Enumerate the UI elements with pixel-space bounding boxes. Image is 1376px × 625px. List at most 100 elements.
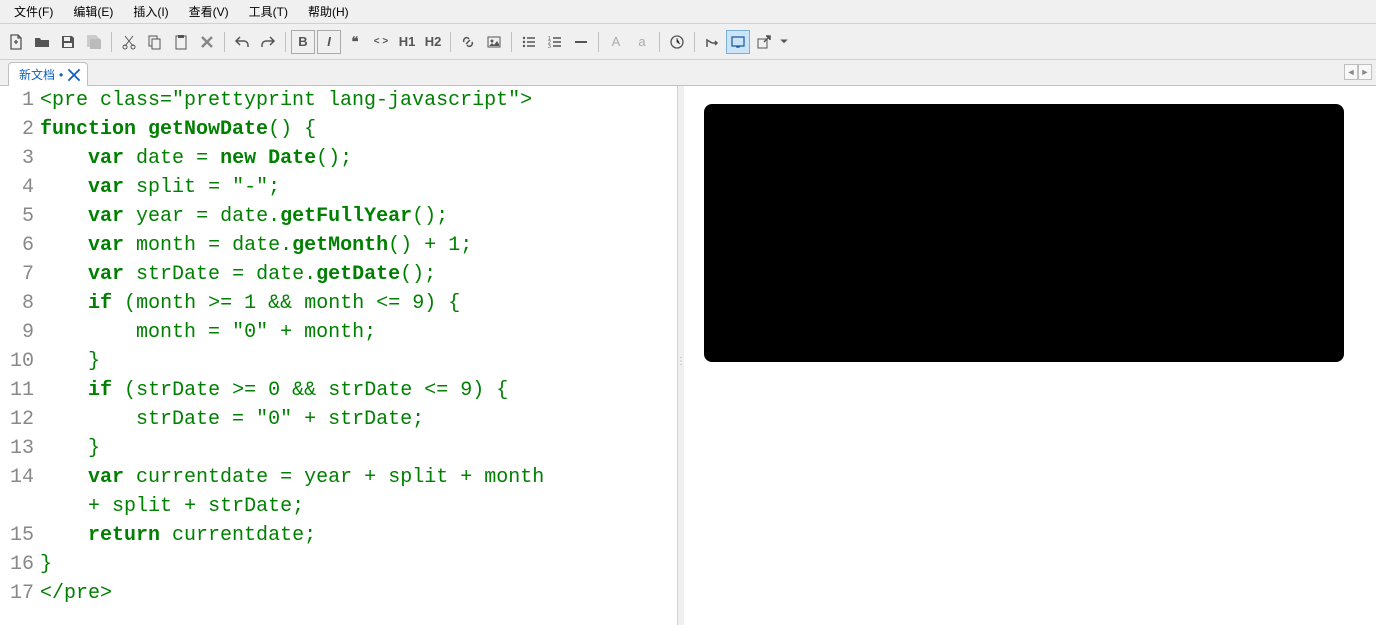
menu-edit[interactable]: 编辑(E) xyxy=(63,1,123,22)
line-number: 17 xyxy=(0,579,38,608)
line-content[interactable]: <pre class="prettyprint lang-javascript"… xyxy=(38,86,677,115)
save-icon[interactable] xyxy=(56,30,80,54)
code-line[interactable]: 13 } xyxy=(0,434,677,463)
tab-next-icon[interactable]: ► xyxy=(1358,64,1372,80)
h1-button[interactable]: H1 xyxy=(395,30,419,54)
separator xyxy=(511,32,512,52)
code-line[interactable]: 16} xyxy=(0,550,677,579)
link-icon[interactable] xyxy=(456,30,480,54)
main-area: 1<pre class="prettyprint lang-javascript… xyxy=(0,86,1376,625)
copy-icon[interactable] xyxy=(143,30,167,54)
line-content[interactable]: </pre> xyxy=(38,579,677,608)
menu-file[interactable]: 文件(F) xyxy=(4,1,63,22)
hr-icon[interactable] xyxy=(569,30,593,54)
code-line[interactable]: 15 return currentdate; xyxy=(0,521,677,550)
splitter-handle[interactable] xyxy=(678,86,684,625)
unordered-list-icon[interactable] xyxy=(517,30,541,54)
line-number: 16 xyxy=(0,550,38,579)
tab-bar: 新文档• ◄ ► xyxy=(0,60,1376,86)
code-line[interactable]: 5 var year = date.getFullYear(); xyxy=(0,202,677,231)
line-number: 15 xyxy=(0,521,38,550)
code-button[interactable]: < > xyxy=(369,30,393,54)
code-line[interactable]: + split + strDate; xyxy=(0,492,677,521)
redo-icon[interactable] xyxy=(256,30,280,54)
line-number: 1 xyxy=(0,86,38,115)
save-all-icon[interactable] xyxy=(82,30,106,54)
menu-view[interactable]: 查看(V) xyxy=(179,1,239,22)
line-content[interactable]: function getNowDate() { xyxy=(38,115,677,144)
ordered-list-icon[interactable]: 123 xyxy=(543,30,567,54)
run-icon[interactable] xyxy=(700,30,724,54)
line-content[interactable]: month = "0" + month; xyxy=(38,318,677,347)
open-file-icon[interactable] xyxy=(30,30,54,54)
line-number: 4 xyxy=(0,173,38,202)
line-number: 2 xyxy=(0,115,38,144)
separator xyxy=(285,32,286,52)
bold-button[interactable]: B xyxy=(291,30,315,54)
code-line[interactable]: 4 var split = "-"; xyxy=(0,173,677,202)
menu-insert[interactable]: 插入(I) xyxy=(123,1,178,22)
line-number: 13 xyxy=(0,434,38,463)
italic-button[interactable]: I xyxy=(317,30,341,54)
code-line[interactable]: 8 if (month >= 1 && month <= 9) { xyxy=(0,289,677,318)
line-content[interactable]: var year = date.getFullYear(); xyxy=(38,202,677,231)
line-content[interactable]: var strDate = date.getDate(); xyxy=(38,260,677,289)
export-icon[interactable] xyxy=(752,30,776,54)
line-content[interactable]: var month = date.getMonth() + 1; xyxy=(38,231,677,260)
line-content[interactable]: if (month >= 1 && month <= 9) { xyxy=(38,289,677,318)
code-line[interactable]: 12 strDate = "0" + strDate; xyxy=(0,405,677,434)
line-content[interactable]: strDate = "0" + strDate; xyxy=(38,405,677,434)
menu-tools[interactable]: 工具(T) xyxy=(239,1,298,22)
line-content[interactable]: var split = "-"; xyxy=(38,173,677,202)
line-content[interactable]: } xyxy=(38,434,677,463)
line-number: 8 xyxy=(0,289,38,318)
code-line[interactable]: 7 var strDate = date.getDate(); xyxy=(0,260,677,289)
undo-icon[interactable] xyxy=(230,30,254,54)
tab-prev-icon[interactable]: ◄ xyxy=(1344,64,1358,80)
line-content[interactable]: if (strDate >= 0 && strDate <= 9) { xyxy=(38,376,677,405)
h2-button[interactable]: H2 xyxy=(421,30,445,54)
paste-icon[interactable] xyxy=(169,30,193,54)
code-editor[interactable]: 1<pre class="prettyprint lang-javascript… xyxy=(0,86,678,625)
code-line[interactable]: 6 var month = date.getMonth() + 1; xyxy=(0,231,677,260)
code-line[interactable]: 10 } xyxy=(0,347,677,376)
dropdown-icon[interactable] xyxy=(778,30,790,54)
line-content[interactable]: var currentdate = year + split + month xyxy=(38,463,677,492)
line-number: 7 xyxy=(0,260,38,289)
code-line[interactable]: 9 month = "0" + month; xyxy=(0,318,677,347)
line-number: 11 xyxy=(0,376,38,405)
preview-icon[interactable] xyxy=(726,30,750,54)
lowercase-button[interactable]: a xyxy=(630,30,654,54)
code-line[interactable]: 14 var currentdate = year + split + mont… xyxy=(0,463,677,492)
timestamp-icon[interactable] xyxy=(665,30,689,54)
new-file-icon[interactable] xyxy=(4,30,28,54)
menu-help[interactable]: 帮助(H) xyxy=(298,1,359,22)
line-content[interactable]: + split + strDate; xyxy=(38,492,677,521)
modified-indicator: • xyxy=(59,68,63,82)
code-line[interactable]: 2function getNowDate() { xyxy=(0,115,677,144)
uppercase-button[interactable]: A xyxy=(604,30,628,54)
tab-new-document[interactable]: 新文档• xyxy=(8,62,88,86)
line-number: 10 xyxy=(0,347,38,376)
cut-icon[interactable] xyxy=(117,30,141,54)
separator xyxy=(598,32,599,52)
preview-output xyxy=(704,104,1344,362)
code-line[interactable]: 11 if (strDate >= 0 && strDate <= 9) { xyxy=(0,376,677,405)
delete-icon[interactable] xyxy=(195,30,219,54)
quote-button[interactable]: ❝ xyxy=(343,30,367,54)
code-line[interactable]: 3 var date = new Date(); xyxy=(0,144,677,173)
line-number: 6 xyxy=(0,231,38,260)
line-content[interactable]: return currentdate; xyxy=(38,521,677,550)
line-content[interactable]: } xyxy=(38,550,677,579)
separator xyxy=(694,32,695,52)
separator xyxy=(111,32,112,52)
image-icon[interactable] xyxy=(482,30,506,54)
tab-nav: ◄ ► xyxy=(1344,64,1372,80)
line-content[interactable]: } xyxy=(38,347,677,376)
tab-close-icon[interactable] xyxy=(67,68,81,82)
line-number: 9 xyxy=(0,318,38,347)
line-number: 12 xyxy=(0,405,38,434)
code-line[interactable]: 17</pre> xyxy=(0,579,677,608)
code-line[interactable]: 1<pre class="prettyprint lang-javascript… xyxy=(0,86,677,115)
line-content[interactable]: var date = new Date(); xyxy=(38,144,677,173)
